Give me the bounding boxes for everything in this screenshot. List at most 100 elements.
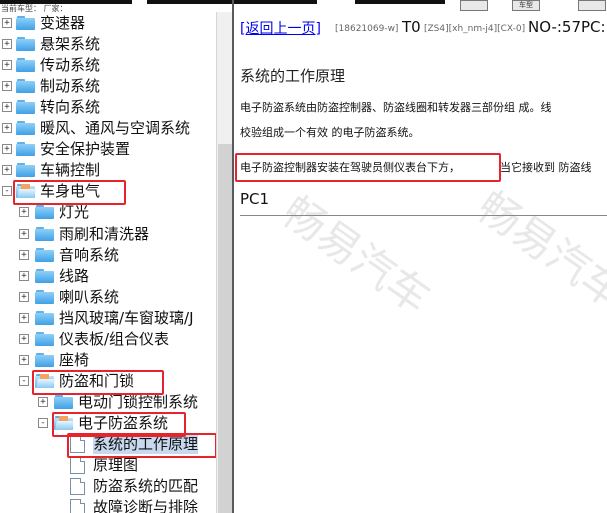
tree-item-glass[interactable]: + 挡风玻璃/车窗玻璃/J bbox=[0, 308, 216, 329]
folder-icon bbox=[35, 205, 54, 220]
expand-icon[interactable]: + bbox=[2, 81, 12, 92]
doc-code: [18621069-w] bbox=[335, 24, 399, 34]
tree-item-label: 变速器 bbox=[40, 14, 86, 32]
expand-icon[interactable]: + bbox=[19, 291, 29, 302]
tree-item-label: 安全保护装置 bbox=[40, 140, 131, 159]
tree-item-hvac[interactable]: + 暖风、通风与空调系统 bbox=[0, 118, 216, 139]
toolbar-bar-right bbox=[355, 0, 445, 4]
watermark-2: 畅易汽车 bbox=[468, 181, 607, 319]
tree-item-schematic[interactable]: 原理图 bbox=[0, 455, 216, 476]
annotation-box-paragraph bbox=[235, 153, 501, 182]
expand-icon[interactable]: + bbox=[19, 249, 29, 260]
tree-scrollbar[interactable] bbox=[216, 12, 233, 513]
collapse-icon[interactable]: - bbox=[38, 417, 48, 428]
document-icon bbox=[70, 457, 85, 475]
tree-item-drivetrain[interactable]: + 传动系统 bbox=[0, 55, 216, 76]
expand-icon[interactable]: + bbox=[38, 396, 48, 407]
navigation-tree: + 变速器 + 悬架系统 + 传动系统 + 制动系统 + 转向系统 + 暖风、通风与空调系统 + 安全保护… bbox=[0, 12, 216, 513]
paragraph-1-line-2: 校验组成一个有效 的电子防盗系统。 bbox=[240, 126, 420, 139]
tree-item-label: 音响系统 bbox=[59, 245, 120, 264]
folder-icon bbox=[16, 37, 35, 52]
annotation-box-antitheft-locks bbox=[32, 369, 164, 395]
tree-item-horn[interactable]: + 喇叭系统 bbox=[0, 287, 216, 308]
tree-item-label: 制动系统 bbox=[40, 77, 101, 96]
section-title: 系统的工作原理 bbox=[240, 67, 346, 85]
expand-icon[interactable]: + bbox=[2, 39, 12, 50]
folder-icon bbox=[16, 142, 35, 157]
folder-icon bbox=[16, 58, 35, 73]
tree-item-wiring[interactable]: + 线路 bbox=[0, 266, 216, 287]
expand-icon[interactable]: + bbox=[2, 165, 12, 176]
folder-icon bbox=[35, 289, 54, 304]
folder-icon bbox=[35, 247, 54, 262]
tree-item-transmission[interactable]: + 变速器 bbox=[0, 13, 216, 34]
content-pane: [返回上一页] [18621069-w] T0 [ZS4][xh_nm-j4][… bbox=[234, 12, 607, 513]
expand-icon[interactable]: + bbox=[2, 123, 12, 134]
scrollbar-thumb[interactable] bbox=[218, 144, 232, 513]
expand-icon[interactable]: + bbox=[19, 270, 29, 281]
tree-item-brakes[interactable]: + 制动系统 bbox=[0, 76, 216, 97]
toolbar-icon-button-2[interactable] bbox=[578, 0, 606, 11]
collapse-icon[interactable]: - bbox=[2, 186, 12, 197]
tree-item-label: 雨刷和清洗器 bbox=[59, 224, 150, 243]
tree-item-antitheft-matching[interactable]: 防盗系统的匹配 bbox=[0, 476, 216, 497]
back-link[interactable]: [返回上一页] bbox=[240, 18, 321, 38]
expand-icon[interactable]: + bbox=[19, 207, 29, 218]
tree-item-lighting[interactable]: + 灯光 bbox=[0, 202, 216, 223]
tree-item-troubleshooting[interactable]: 故障诊断与排除 bbox=[0, 497, 216, 513]
tree-item-steering[interactable]: + 转向系统 bbox=[0, 97, 216, 118]
expand-icon[interactable]: + bbox=[2, 102, 12, 113]
folder-icon bbox=[16, 163, 35, 178]
tree-item-label: 防盗系统的匹配 bbox=[93, 477, 199, 496]
folder-icon bbox=[16, 121, 35, 136]
annotation-box-body-electrical bbox=[13, 180, 126, 206]
top-toolbar-strip: 当前车型： 厂家： 车型 bbox=[0, 0, 607, 13]
tree-item-label: 传动系统 bbox=[40, 56, 101, 75]
folder-icon bbox=[35, 352, 54, 367]
pc-label: PC1 bbox=[240, 190, 270, 208]
folder-icon bbox=[54, 394, 73, 409]
collapse-icon[interactable]: - bbox=[19, 375, 29, 386]
tree-item-label: 座椅 bbox=[59, 350, 90, 369]
tree-item-power-locks[interactable]: + 电动门锁控制系统 bbox=[0, 392, 216, 413]
expand-icon[interactable]: + bbox=[2, 18, 12, 28]
tree-item-seats[interactable]: + 座椅 bbox=[0, 350, 216, 371]
tree-item-label: 原理图 bbox=[93, 456, 139, 475]
doc-prefix: T0 bbox=[402, 18, 421, 36]
tree-item-wiper-washer[interactable]: + 雨刷和清洗器 bbox=[0, 224, 216, 245]
tree-item-label: 故障诊断与排除 bbox=[93, 498, 199, 513]
tree-item-label: 悬架系统 bbox=[40, 35, 101, 54]
doc-number: NO-:57PC: bbox=[528, 18, 606, 36]
toolbar-icon-button[interactable] bbox=[460, 0, 488, 11]
watermark: 畅易汽车 bbox=[273, 186, 440, 324]
folder-icon bbox=[16, 16, 35, 30]
tree-item-audio[interactable]: + 音响系统 bbox=[0, 245, 216, 266]
expand-icon[interactable]: + bbox=[19, 354, 29, 365]
toolbar-vehicle-button[interactable]: 车型 bbox=[512, 0, 540, 11]
tree-item-label: 暖风、通风与空调系统 bbox=[40, 119, 191, 138]
folder-icon bbox=[35, 310, 54, 325]
tree-item-label: 仪表板/组合仪表 bbox=[59, 329, 170, 348]
annotation-box-working-principle bbox=[67, 433, 216, 458]
doc-meta: [ZS4][xh_nm-j4][CX-0] bbox=[424, 24, 526, 34]
folder-icon bbox=[35, 268, 54, 283]
expand-icon[interactable]: + bbox=[19, 333, 29, 344]
tree-item-vehicle-control[interactable]: + 车辆控制 bbox=[0, 160, 216, 181]
tree-item-label: 转向系统 bbox=[40, 98, 101, 117]
folder-icon bbox=[16, 100, 35, 115]
expand-icon[interactable]: + bbox=[19, 312, 29, 323]
tree-item-label: 电动门锁控制系统 bbox=[78, 392, 199, 411]
document-icon bbox=[70, 478, 85, 496]
expand-icon[interactable]: + bbox=[2, 144, 12, 155]
expand-icon[interactable]: + bbox=[19, 228, 29, 239]
tree-item-label: 喇叭系统 bbox=[59, 287, 120, 306]
tree-item-instrument-panel[interactable]: + 仪表板/组合仪表 bbox=[0, 329, 216, 350]
paragraph-2-rest: 当它接收到 防盗线 bbox=[500, 161, 592, 174]
expand-icon[interactable]: + bbox=[2, 60, 12, 71]
tree-item-suspension[interactable]: + 悬架系统 bbox=[0, 34, 216, 55]
folder-icon bbox=[16, 79, 35, 94]
tree-item-safety[interactable]: + 安全保护装置 bbox=[0, 139, 216, 160]
tree-item-label: 挡风玻璃/车窗玻璃/J bbox=[59, 308, 194, 327]
document-icon bbox=[70, 499, 85, 513]
tree-item-label: 车辆控制 bbox=[40, 161, 101, 180]
